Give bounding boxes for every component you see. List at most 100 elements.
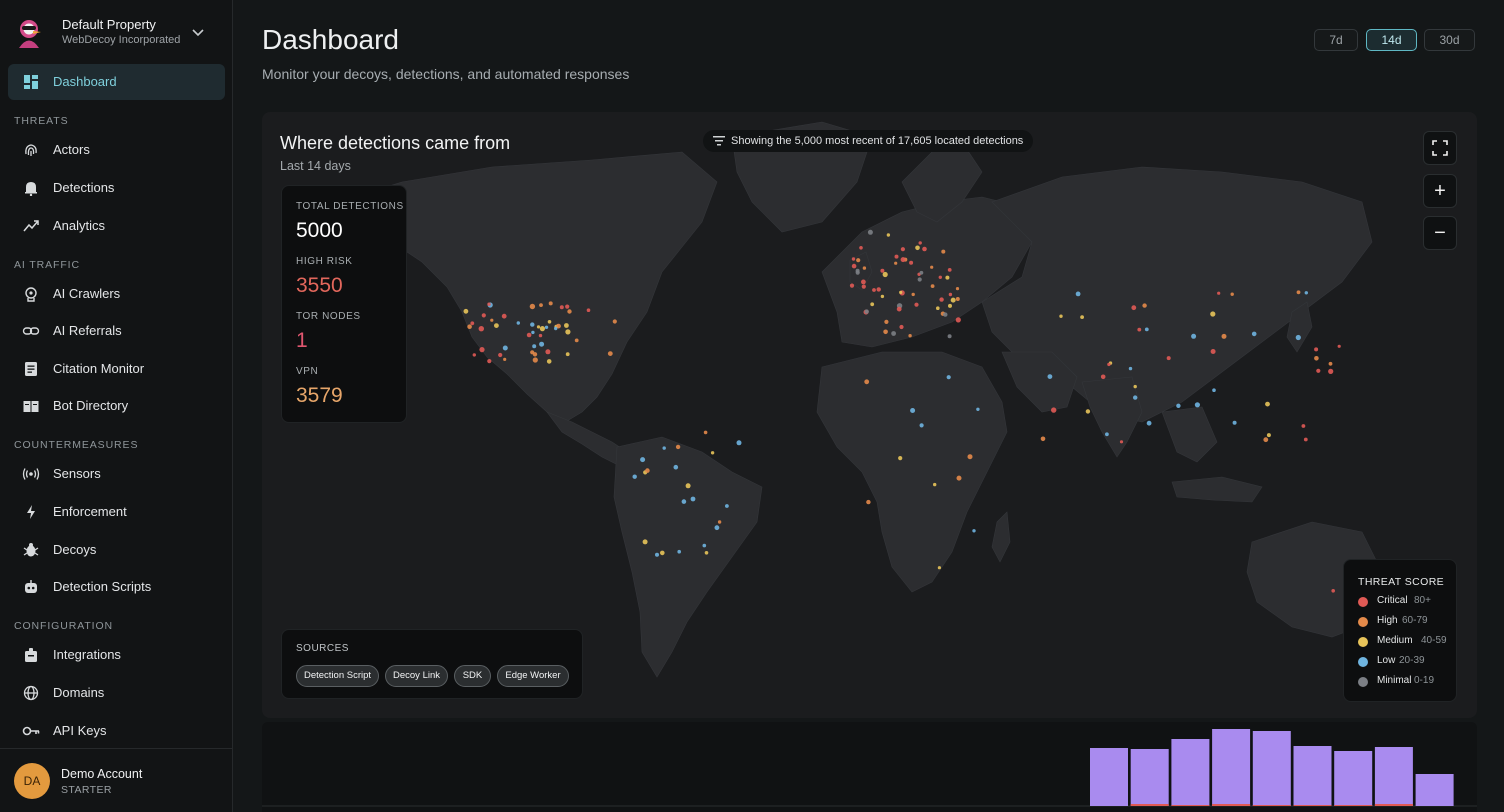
source-chip-edge-worker[interactable]: Edge Worker [497,665,569,687]
fullscreen-button[interactable] [1423,131,1457,165]
sidebar-item-analytics[interactable]: Analytics [8,209,225,243]
timeline-bar-high-risk [1130,804,1169,806]
sidebar-item-detection-scripts[interactable]: Detection Scripts [8,570,225,604]
puzzle-icon [25,648,37,662]
detection-point [1100,374,1106,380]
account-menu[interactable]: DA Demo Account STARTER [0,748,232,812]
sidebar-item-actors[interactable]: Actors [8,133,225,167]
legend-title: THREAT SCORE [1358,576,1445,588]
detection-point [1304,291,1309,295]
critical-dot-icon [1358,597,1368,607]
range-30d-button[interactable]: 30d [1424,29,1475,51]
detection-point [1144,327,1149,332]
detection-point [539,326,545,332]
detection-point [1230,292,1234,296]
range-7d-button[interactable]: 7d [1314,29,1358,51]
sidebar-item-sensors[interactable]: Sensors [8,457,225,491]
high-risk-label: HIGH RISK [296,256,353,267]
timeline-bar[interactable] [1293,746,1332,806]
timeline-bar[interactable] [1415,774,1454,806]
timeline-bar-high-risk [1374,804,1413,806]
legend-range: 0-19 [1414,675,1435,686]
timeline-bar[interactable] [1090,748,1128,806]
detection-point [914,302,919,307]
total-detections-value: 5000 [296,219,343,242]
timeline-bar[interactable] [1374,747,1413,806]
detection-point [948,303,952,308]
detection-point [736,440,742,446]
timeline-bar[interactable] [1212,729,1251,806]
detection-point [955,297,960,301]
sidebar-item-dashboard[interactable]: Dashboard [8,65,225,99]
detection-point [490,318,494,322]
timeline-bar[interactable] [1130,749,1169,806]
sidebar-item-ai-crawlers[interactable]: AI Crawlers [8,277,225,311]
property-switcher[interactable]: Default Property WebDecoy Incorporated [0,0,232,62]
bot-icon [25,580,37,593]
detection-point [866,499,871,505]
source-chip-sdk[interactable]: SDK [454,665,491,687]
detection-point [1040,436,1046,442]
detection-point [1131,305,1137,311]
detection-point [539,341,545,347]
zoom-out-button[interactable]: − [1423,216,1457,250]
detection-point [501,313,507,319]
detection-point [870,302,875,307]
detection-point [1075,291,1081,297]
timeline-bar-high-risk [1171,805,1210,806]
detection-point [917,277,922,282]
detection-point [1210,349,1216,354]
detection-point [967,454,973,460]
detection-point [1314,347,1319,352]
legend-name: Critical [1377,595,1408,606]
detection-point [946,375,951,380]
chevron-down-icon[interactable] [190,24,206,40]
detection-point [1296,290,1301,295]
property-name: Default Property [62,17,156,32]
detection-point [943,312,948,317]
sidebar-item-detections[interactable]: Detections [8,171,225,205]
minimal-dot-icon [1358,677,1368,687]
section-ai-traffic: AI TRAFFIC [14,259,80,271]
legend-item-minimal: Minimal 0-19 [1358,675,1454,689]
sidebar-item-api-keys[interactable]: API Keys [8,714,225,748]
sidebar-item-integrations[interactable]: Integrations [8,638,225,672]
detection-point [891,331,896,336]
sidebar-item-enforcement[interactable]: Enforcement [8,495,225,529]
detection-point [546,359,552,364]
sidebar-item-label: Detection Scripts [53,579,152,594]
sidebar-item-ai-referrals[interactable]: AI Referrals [8,314,225,348]
detection-point [1266,433,1271,438]
range-14d-button[interactable]: 14d [1366,29,1417,51]
detection-point [526,332,532,338]
sidebar-item-label: Analytics [53,218,106,233]
sidebar-item-bot-directory[interactable]: Bot Directory [8,389,225,423]
sidebar-item-citation-monitor[interactable]: Citation Monitor [8,352,225,386]
legend-name: Minimal [1377,675,1412,686]
detection-point [922,246,927,252]
detection-point [884,319,889,324]
world-map[interactable] [262,112,1477,718]
detection-point [481,313,486,318]
detection-point [876,287,881,292]
tor-nodes-label: TOR NODES [296,311,361,322]
bug-icon [23,543,39,557]
detection-point [645,468,650,473]
source-chip-detection-script[interactable]: Detection Script [296,665,379,687]
detection-point [545,349,551,355]
detection-point [710,451,715,455]
timeline-bar[interactable] [1334,751,1373,806]
timeline-bar[interactable] [1252,731,1291,806]
timeline-bar[interactable] [1171,739,1210,806]
sidebar-item-decoys[interactable]: Decoys [8,533,225,567]
zoom-in-button[interactable]: + [1423,174,1457,208]
fullscreen-icon [1432,140,1448,156]
source-chip-decoy-link[interactable]: Decoy Link [385,665,448,687]
sidebar-item-domains[interactable]: Domains [8,676,225,710]
detection-point [930,284,935,288]
detection-point [950,297,956,303]
legend-range: 20-39 [1399,655,1425,666]
detection-point [530,322,535,327]
detection-point [880,294,885,299]
detection-point [861,279,866,285]
